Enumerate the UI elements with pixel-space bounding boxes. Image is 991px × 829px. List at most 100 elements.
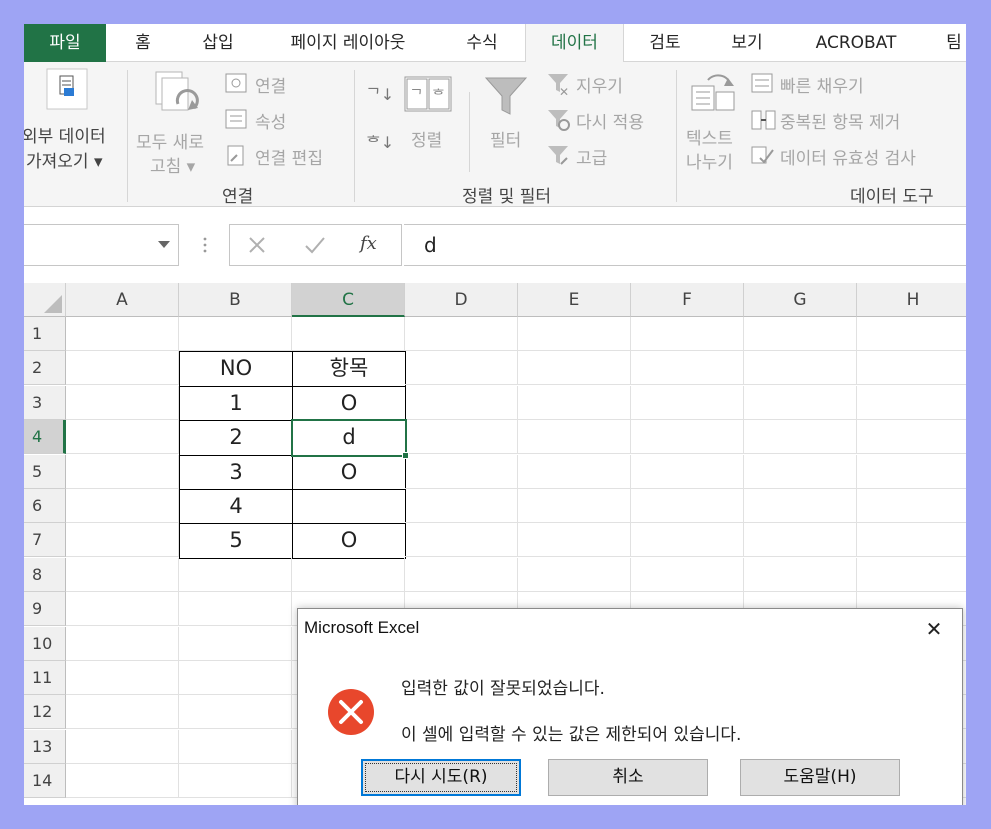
cell-c2[interactable]: 항목 bbox=[292, 351, 406, 387]
cancel-button[interactable]: 취소 bbox=[548, 759, 708, 796]
cell-h2[interactable] bbox=[857, 351, 966, 386]
row-header-12[interactable]: 12 bbox=[24, 695, 66, 730]
column-header-h[interactable]: H bbox=[857, 283, 966, 317]
row-header-10[interactable]: 10 bbox=[24, 626, 66, 661]
tab-review[interactable]: 검토 bbox=[638, 24, 692, 62]
cell-e7[interactable] bbox=[518, 523, 631, 558]
tab-team[interactable]: 팀 bbox=[934, 24, 966, 62]
cell-c4[interactable]: d bbox=[292, 420, 406, 456]
column-header-f[interactable]: F bbox=[631, 283, 744, 317]
cell-f5[interactable] bbox=[631, 454, 744, 489]
cell-b3[interactable]: 1 bbox=[179, 385, 293, 422]
cell-b7[interactable]: 5 bbox=[179, 523, 293, 559]
cell-a13[interactable] bbox=[66, 729, 179, 764]
column-header-e[interactable]: E bbox=[518, 283, 631, 317]
cell-b8[interactable] bbox=[179, 557, 292, 592]
name-box[interactable] bbox=[24, 224, 179, 266]
cell-e8[interactable] bbox=[518, 557, 631, 592]
sort-descending-icon[interactable]: ᄒ↓ bbox=[364, 128, 394, 154]
cell-d8[interactable] bbox=[405, 557, 518, 592]
help-button[interactable]: 도움말(H) bbox=[740, 759, 900, 796]
cell-h8[interactable] bbox=[857, 558, 966, 592]
cell-f8[interactable] bbox=[631, 557, 744, 592]
cell-b4[interactable]: 2 bbox=[179, 420, 293, 456]
cell-g4[interactable] bbox=[744, 420, 857, 455]
cell-d3[interactable] bbox=[405, 385, 518, 420]
cell-g6[interactable] bbox=[744, 489, 857, 523]
cell-b6[interactable]: 4 bbox=[179, 489, 293, 525]
cell-h5[interactable] bbox=[857, 455, 966, 489]
cell-d7[interactable] bbox=[405, 523, 518, 558]
cell-b14[interactable] bbox=[179, 764, 292, 799]
fill-handle[interactable] bbox=[402, 451, 409, 459]
cell-f6[interactable] bbox=[631, 489, 744, 523]
cell-c6[interactable] bbox=[292, 489, 406, 525]
row-header-2[interactable]: 2 bbox=[24, 351, 66, 386]
cell-g7[interactable] bbox=[744, 523, 857, 558]
cell-a2[interactable] bbox=[66, 351, 179, 386]
cell-b2[interactable]: NO bbox=[179, 351, 293, 387]
dialog-title-bar[interactable]: Microsoft Excel ✕ bbox=[298, 609, 962, 649]
row-header-11[interactable]: 11 bbox=[24, 661, 66, 695]
cell-h3[interactable] bbox=[857, 386, 966, 420]
row-header-13[interactable]: 13 bbox=[24, 729, 66, 764]
cell-f7[interactable] bbox=[631, 523, 744, 558]
tab-page-layout[interactable]: 페이지 레이아웃 bbox=[277, 24, 419, 62]
cell-g2[interactable] bbox=[744, 351, 857, 386]
row-header-5[interactable]: 5 bbox=[24, 454, 66, 489]
cell-d5[interactable] bbox=[405, 454, 518, 489]
formula-input[interactable]: d bbox=[404, 224, 966, 266]
cell-h6[interactable] bbox=[857, 489, 966, 523]
row-header-7[interactable]: 7 bbox=[24, 523, 66, 558]
cell-c8[interactable] bbox=[292, 557, 405, 592]
chevron-down-icon[interactable] bbox=[158, 241, 170, 249]
cell-b1[interactable] bbox=[179, 317, 292, 351]
cell-g1[interactable] bbox=[744, 317, 857, 351]
cell-d4[interactable] bbox=[405, 420, 518, 455]
row-header-9[interactable]: 9 bbox=[24, 592, 66, 627]
retry-button[interactable]: 다시 시도(R) bbox=[361, 759, 521, 796]
cell-g3[interactable] bbox=[744, 385, 857, 420]
cell-e2[interactable] bbox=[518, 351, 631, 386]
cell-b9[interactable] bbox=[179, 592, 292, 627]
cell-f3[interactable] bbox=[631, 385, 744, 420]
cell-e4[interactable] bbox=[518, 420, 631, 455]
row-header-14[interactable]: 14 bbox=[24, 764, 66, 799]
tab-data[interactable]: 데이터 bbox=[525, 24, 624, 63]
cell-a3[interactable] bbox=[66, 385, 179, 420]
tab-insert[interactable]: 삽입 bbox=[192, 24, 244, 62]
cell-c3[interactable]: O bbox=[292, 385, 406, 422]
cell-h1[interactable] bbox=[857, 317, 966, 351]
cell-b13[interactable] bbox=[179, 729, 292, 764]
row-header-3[interactable]: 3 bbox=[24, 385, 66, 420]
cell-a10[interactable] bbox=[66, 626, 179, 661]
cell-h7[interactable] bbox=[857, 523, 966, 558]
cell-d2[interactable] bbox=[405, 351, 518, 386]
cell-g8[interactable] bbox=[744, 557, 857, 592]
cell-c5[interactable]: O bbox=[292, 454, 406, 490]
confirm-entry-icon[interactable] bbox=[304, 235, 326, 255]
column-header-c[interactable]: C bbox=[292, 283, 405, 317]
select-all-corner[interactable] bbox=[24, 283, 66, 317]
tab-formulas[interactable]: 수식 bbox=[456, 24, 508, 62]
cell-e1[interactable] bbox=[518, 317, 631, 351]
cell-a5[interactable] bbox=[66, 454, 179, 489]
row-header-1[interactable]: 1 bbox=[24, 317, 66, 351]
row-header-4[interactable]: 4 bbox=[24, 420, 66, 455]
sort-ascending-icon[interactable]: ᄀ↓ bbox=[364, 80, 394, 106]
cell-a7[interactable] bbox=[66, 523, 179, 558]
cell-a9[interactable] bbox=[66, 592, 179, 627]
cancel-entry-icon[interactable] bbox=[247, 235, 267, 255]
insert-function-icon[interactable]: fx bbox=[360, 233, 377, 254]
cell-a1[interactable] bbox=[66, 317, 179, 351]
cell-a8[interactable] bbox=[66, 557, 179, 592]
cell-d6[interactable] bbox=[405, 489, 518, 523]
cell-b12[interactable] bbox=[179, 695, 292, 730]
cell-a12[interactable] bbox=[66, 695, 179, 730]
tab-view[interactable]: 보기 bbox=[720, 24, 774, 62]
cell-f4[interactable] bbox=[631, 420, 744, 455]
cell-a14[interactable] bbox=[66, 764, 179, 799]
column-header-a[interactable]: A bbox=[66, 283, 179, 317]
cell-d1[interactable] bbox=[405, 317, 518, 351]
cell-c7[interactable]: O bbox=[292, 523, 406, 559]
